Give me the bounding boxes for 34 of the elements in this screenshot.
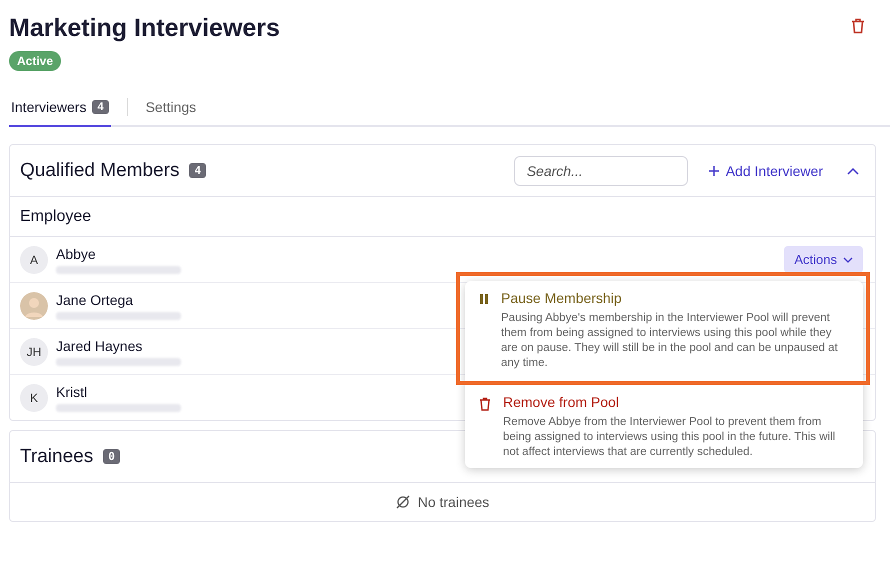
collapse-icon[interactable] [847, 166, 859, 174]
avatar [20, 292, 48, 320]
delete-icon[interactable] [851, 18, 865, 34]
search-field[interactable]: Search... [514, 156, 688, 186]
section-title: Qualified Members [20, 160, 180, 182]
pause-icon [479, 293, 489, 305]
avatar: A [20, 246, 48, 274]
menu-item-description: Pausing Abbye's membership in the Interviewer Pool will prevent them from being assigned to interviews using this pool while they are on pause. They will still be in the pool and can be unpaused at any time. [501, 311, 839, 371]
empty-icon [396, 495, 410, 509]
menu-item-label: Pause Membership [501, 290, 623, 306]
trash-icon [479, 397, 491, 411]
page-title: Marketing Interviewers [9, 14, 280, 43]
tab[interactable]: Settings [144, 93, 198, 127]
avatar: JH [20, 338, 48, 366]
member-name: Kristl [56, 384, 88, 400]
plus-icon [708, 164, 720, 176]
member-name: Abbye [56, 246, 97, 262]
empty-message: No trainees [418, 494, 490, 510]
caret-icon [843, 256, 853, 262]
tab[interactable]: Interviewers 4 [9, 93, 111, 127]
count-badge: 4 [92, 100, 109, 114]
member-name: Jared Haynes [56, 338, 144, 354]
menu-item-label: Remove from Pool [503, 394, 620, 410]
menu-item[interactable]: Remove from Pool Remove Abbye from the Interviewer Pool to prevent them from being assigned to interviews using this pool in the future. This will not affect interviews that are currently scheduled. [465, 385, 863, 468]
section-title: Trainees [20, 446, 94, 468]
add-interviewer-button[interactable]: Add Interviewer [702, 162, 829, 180]
avatar: K [20, 384, 48, 412]
count-badge: 4 [189, 163, 206, 178]
actions-button[interactable]: Actions [784, 246, 863, 273]
status-badge: Active [9, 51, 62, 71]
menu-item-description: Remove Abbye from the Interviewer Pool to prevent them from being assigned to interviews using this pool in the future. This will not affect interviews that are currently scheduled. [503, 415, 836, 460]
member-name: Jane Ortega [56, 292, 134, 308]
count-badge: 0 [103, 449, 120, 464]
group-label: Employee [10, 197, 875, 237]
